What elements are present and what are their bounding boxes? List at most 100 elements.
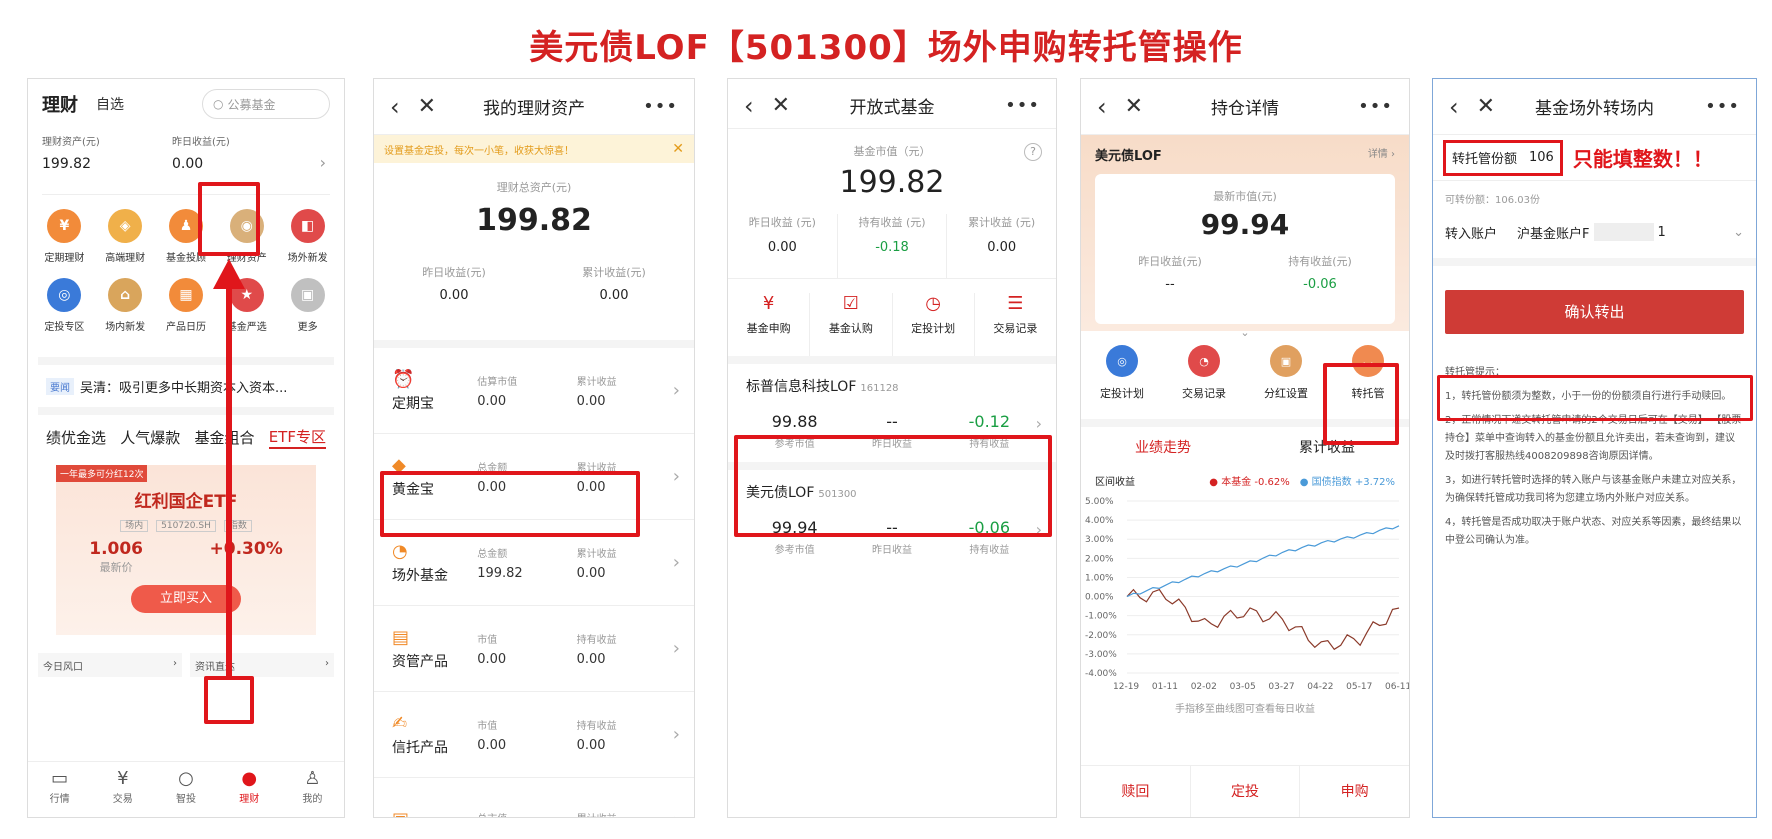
available-shares: 可转份额：106.03份 [1445,195,1540,206]
screen-wealth-home: 理财 自选 ○ 公募基金 理财资产(元) 昨日收益(元) 199.82 0.00 › … [27,78,345,818]
asset-row[interactable]: ◔ 场外基金 总金额 199.82 累计收益 0.00 › [374,520,694,606]
action-icon: ▣ [1270,345,1302,377]
asset-icon: ▣ [392,809,477,818]
back-icon[interactable]: ‹ [1449,93,1459,121]
chart-hint: 手指移至曲线图可查看每日收益 [1175,704,1315,715]
screen-open-funds: ‹ ✕ 开放式基金 ••• 基金市值（元） ? 199.82 昨日收益 (元) 0… [727,78,1057,818]
stat-1: 昨日收益 (元) 0.00 [728,214,838,278]
screen-holding-detail: ‹ ✕ 持仓详情 ••• 美元债LOF 详情 › 最新市值(元) 99.94 昨… [1080,78,1410,818]
x-tick-label: 02-02 [1191,682,1217,692]
screen-my-assets: ‹ ✕ 我的理财资产 ••• 设置基金定投，每次一小笔，收获大惊喜！ ✕ 理财总资… [373,78,695,818]
chevron-right-icon: › [672,724,680,745]
close-icon[interactable]: ✕ [418,94,436,119]
asset-icon: ⏰ [392,368,415,390]
guide-arrow [213,259,245,677]
latest-market-value: 99.94 [1200,208,1290,241]
x-tick-label: 04-22 [1307,682,1333,692]
asset-icon: ▤ [392,626,410,648]
y-tick-label: -3.00% [1085,650,1117,660]
asset-icon: ◔ [392,540,408,562]
bottom-action-1[interactable]: 赎回 [1081,766,1191,817]
more-icon[interactable]: ••• [1358,96,1393,117]
back-icon[interactable]: ‹ [390,93,400,121]
series-line [1126,525,1400,598]
x-tick-label: 03-27 [1268,682,1294,692]
holding-action-1[interactable]: ◎ 定投计划 [1081,345,1163,419]
y-tick-label: 2.00% [1085,554,1114,564]
action-icon: ¥ [762,293,775,314]
holding-action-2[interactable]: ◔ 交易记录 [1163,345,1245,419]
bottom-action-2[interactable]: 定投 [1191,766,1301,817]
bottom-action-3[interactable]: 申购 [1300,766,1409,817]
asset-row[interactable]: ✍ 信托产品 市值 0.00 持有收益 0.00 › [374,692,694,778]
screen-transfer-in: ‹ ✕ 基金场外转场内 ••• 转托管份额 106 只能填整数！！ 可转份额：1… [1432,78,1757,818]
tab-2[interactable]: 累计收益 [1245,437,1409,457]
asset-icon: ✍ [392,712,408,734]
asset-row[interactable]: ⏰ 定期宝 估算市值 0.00 累计收益 0.00 › [374,348,694,434]
chevron-right-icon: › [672,552,680,573]
tip-item: 1，转托管份额须为整数，小于一份的份额须自行进行手动赎回。 [1445,391,1732,402]
asset-row[interactable]: ◆ 黄金宝 总金额 0.00 累计收益 0.00 › [374,434,694,520]
y-tick-label: 5.00% [1085,497,1114,507]
y-tick-label: -1.00% [1085,612,1117,622]
holding-action-3[interactable]: ▣ 分红设置 [1245,345,1327,419]
action-1[interactable]: ¥ 基金申购 [728,293,811,356]
action-3[interactable]: ◷ 定投计划 [893,293,975,356]
fund-market-value: 199.82 [839,165,945,200]
y-tick-label: 4.00% [1085,516,1114,526]
y-tick-label: -4.00% [1085,669,1117,679]
back-icon[interactable]: ‹ [744,92,754,120]
masked-account [1593,223,1654,241]
tip-item: 4，转托管是否成功取决于账户状态、对应关系等因素，最终结果以中登公司确认为准。 [1445,517,1742,546]
chevron-right-icon: › [672,638,680,659]
chevron-right-icon: › [1035,414,1042,433]
tip-item: 3，如进行转托管时选择的转入账户与该基金账户未建立对应关系，为确保转托管成功我司… [1445,475,1742,504]
detail-link[interactable]: 详情 › [1368,145,1395,164]
fund-card[interactable]: 美元债LOF 501300 99.94 参考市值 -- 昨日收益 -0.06 持有收益 › [728,462,1056,568]
action-icon: ◔ [1188,345,1220,377]
banner-title: 美元债LOF【501300】场外申购转托管操作 [529,28,1243,68]
chevron-right-icon: › [1035,520,1042,539]
more-icon[interactable]: ••• [1705,96,1740,117]
transfer-qty-field[interactable]: 转托管份额 106 [1443,139,1563,176]
asset-row[interactable]: ▤ 资管产品 市值 0.00 持有收益 0.00 › [374,606,694,692]
fund-card[interactable]: 标普信息科技LOF 161128 99.88 参考市值 -- 昨日收益 -0.12 持有收益 › [728,356,1056,462]
confirm-transfer-button[interactable]: 确认转出 [1445,290,1744,334]
notice-bar[interactable]: 设置基金定投，每次一小笔，收获大惊喜！ ✕ [374,135,694,163]
chart-legend: 区间收益 ● 本基金 -0.62% ● 国债指数 +3.72% [1081,467,1409,493]
fund-name: 美元债LOF [1095,149,1162,164]
back-icon[interactable]: ‹ [1097,93,1107,121]
holding-card: 最新市值(元) 99.94 昨日收益(元) -- 持有收益(元) -0.06 [1095,174,1395,324]
tip-item: 2，正常情况下递交转托管申请的2个交易日后可在【交易】-【股票持仓】菜单中查询转… [1445,415,1742,462]
action-icon: ◡ [1352,345,1384,377]
action-4[interactable]: ☰ 交易记录 [975,293,1056,356]
tips-title: 转托管提示： [1445,367,1505,378]
performance-chart[interactable]: 5.00% 4.00% 3.00% 2.00% 1.00% 0.00% -1.00% -2.0… [1081,493,1409,693]
stat-2: 持有收益 (元) -0.18 [838,214,948,278]
tab-1[interactable]: 业绩走势 [1081,437,1245,457]
action-icon: ◎ [1106,345,1138,377]
close-icon[interactable]: ✕ [1477,94,1495,119]
more-icon[interactable]: ••• [1005,95,1040,116]
asset-icon: ◆ [392,454,406,476]
asset-row[interactable]: ▣总市值累计收益› [374,778,694,818]
total-assets-value: 199.82 [476,203,592,238]
close-notice-icon[interactable]: ✕ [672,141,684,157]
help-icon[interactable]: ? [1024,143,1042,161]
banner: 美元债LOF【501300】场外申购转托管操作 [0,0,1772,72]
integer-warning: 只能填整数！！ [1572,147,1713,171]
chevron-down-icon[interactable]: ⌄ [1095,326,1395,339]
stat-3: 累计收益 (元) 0.00 [968,216,1036,255]
x-tick-label: 05-17 [1346,682,1372,692]
legend-index: ● 国债指数 +3.72% [1299,476,1395,488]
transfer-qty-value: 106 [1529,150,1554,165]
transfer-account-select[interactable]: 转入账户 沪基金账户F 1 ⌄ [1433,206,1756,266]
chevron-right-icon: › [672,466,680,487]
action-2[interactable]: ☑ 基金认购 [810,293,893,356]
close-icon[interactable]: ✕ [772,93,790,118]
close-icon[interactable]: ✕ [1125,94,1143,119]
chevron-right-icon: › [672,380,680,401]
more-icon[interactable]: ••• [643,96,678,117]
holding-action-4[interactable]: ◡ 转托管 [1327,345,1409,419]
y-tick-label: 1.00% [1085,573,1114,583]
